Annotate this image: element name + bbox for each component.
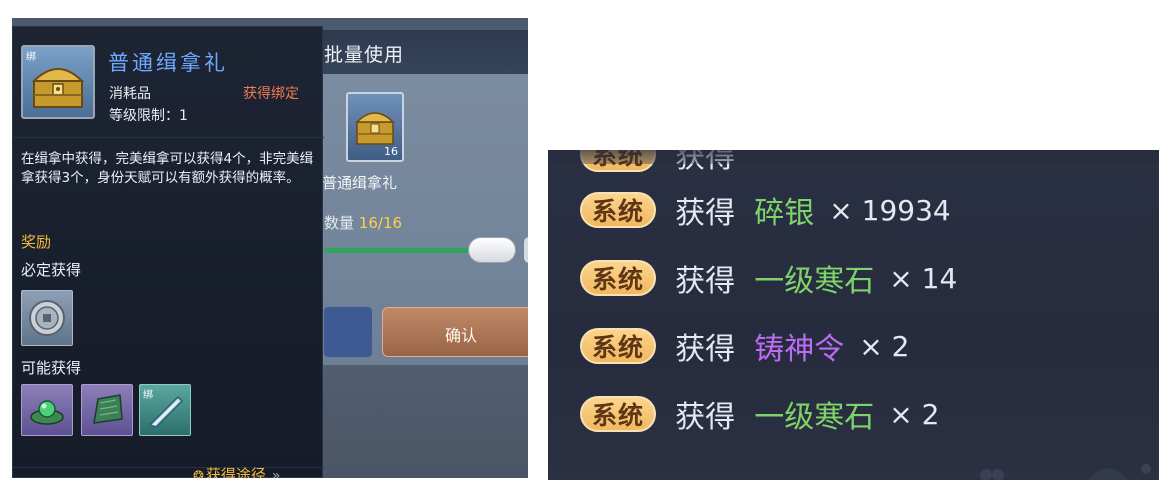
silver-coin-icon bbox=[29, 300, 65, 336]
tooltip-level-requirement: 等级限制：1 bbox=[109, 108, 188, 124]
chat-verb: 获得 bbox=[675, 332, 736, 367]
quantity-slider-handle[interactable] bbox=[468, 237, 516, 263]
confirm-button-label: 确认 bbox=[445, 326, 478, 345]
chat-item-quantity: × 19934 bbox=[829, 193, 951, 227]
batch-item-name: 普通缉拿礼 bbox=[322, 174, 398, 192]
chat-fade-overlay bbox=[548, 150, 1159, 164]
chat-item-quantity: × 14 bbox=[889, 261, 958, 295]
cancel-button[interactable] bbox=[324, 307, 372, 357]
batch-item-count: 16 bbox=[384, 145, 398, 158]
tooltip-item-type: 消耗品 bbox=[109, 86, 151, 102]
chat-item-name[interactable]: 一级寒石 bbox=[754, 392, 874, 436]
acquire-source-link[interactable]: ❂ 获得途径 » bbox=[193, 464, 281, 478]
quantity-value: 16/16 bbox=[358, 214, 403, 232]
chat-log-screen: 系统 获得 系统 获得 碎银 × 19934 系统 获得 一级寒石 × 14 系… bbox=[548, 150, 1159, 480]
double-chevron-right-icon: » bbox=[271, 468, 281, 478]
item-tooltip: 绑 普通缉拿礼 消耗品 获得绑定 等级限制：1 在缉拿中获得，完美缉拿可以获得4… bbox=[12, 26, 324, 478]
item-tooltip-screen: 批量使用 16 普通缉拿礼 数量 16/16 确认 绑 普通缉拿礼 消耗品 获得… bbox=[12, 18, 528, 478]
chat-line: 系统 获得 一级寒石 × 14 bbox=[580, 256, 957, 304]
chat-item-quantity: × 2 bbox=[889, 397, 940, 431]
chat-verb: 获得 bbox=[675, 196, 736, 231]
decorative-ornament-icon bbox=[980, 464, 1151, 480]
batch-use-header: 批量使用 bbox=[302, 30, 528, 74]
system-badge: 系统 bbox=[580, 396, 657, 432]
tooltip-item-slot: 绑 bbox=[21, 45, 95, 119]
tooltip-item-name: 普通缉拿礼 bbox=[108, 51, 228, 75]
batch-use-title: 批量使用 bbox=[324, 44, 405, 66]
bind-tag: 绑 bbox=[26, 52, 36, 63]
possible-reward-heading: 可能获得 bbox=[21, 359, 82, 377]
jade-gem-icon bbox=[30, 400, 64, 425]
reward-heading: 奖励 bbox=[21, 233, 52, 251]
quantity-label: 数量 16/16 bbox=[324, 212, 402, 233]
possible-reward-slot[interactable] bbox=[21, 384, 73, 436]
guaranteed-reward-slot[interactable] bbox=[21, 290, 73, 346]
confirm-button[interactable]: 确认 bbox=[382, 307, 528, 357]
system-badge: 系统 bbox=[580, 260, 657, 296]
system-badge: 系统 bbox=[580, 192, 657, 228]
compass-icon: ❂ bbox=[193, 469, 204, 478]
chat-line: 系统 获得 碎银 × 19934 bbox=[580, 188, 951, 236]
chat-item-name[interactable]: 碎银 bbox=[754, 188, 814, 232]
chat-item-name[interactable]: 一级寒石 bbox=[754, 256, 874, 300]
tooltip-divider bbox=[13, 137, 324, 138]
guaranteed-reward-heading: 必定获得 bbox=[21, 261, 82, 279]
system-badge: 系统 bbox=[580, 328, 657, 364]
slider-max-button[interactable] bbox=[524, 237, 528, 263]
chat-line: 系统 获得 铸神令 × 2 bbox=[580, 324, 909, 372]
chat-verb: 获得 bbox=[675, 400, 736, 435]
possible-reward-slot[interactable] bbox=[81, 384, 133, 436]
acquire-source-label: 获得途径 bbox=[205, 466, 266, 478]
tooltip-bind-status: 获得绑定 bbox=[243, 86, 299, 102]
jade-stone-icon bbox=[93, 394, 123, 424]
chat-line: 系统 获得 一级寒石 × 2 bbox=[580, 392, 939, 440]
chat-verb: 获得 bbox=[675, 264, 736, 299]
batch-use-panel: 批量使用 16 普通缉拿礼 数量 16/16 确认 bbox=[302, 30, 528, 365]
tooltip-description: 在缉拿中获得，完美缉拿可以获得4个，非完美缉拿获得3个，身份天赋可以有额外获得的… bbox=[21, 151, 314, 186]
bind-tag: 绑 bbox=[143, 390, 153, 401]
batch-item-slot[interactable]: 16 bbox=[346, 92, 404, 162]
chat-item-name[interactable]: 铸神令 bbox=[754, 324, 844, 368]
quantity-label-text: 数量 bbox=[324, 214, 355, 232]
possible-reward-slot[interactable]: 绑 bbox=[139, 384, 191, 436]
chat-item-quantity: × 2 bbox=[859, 329, 910, 363]
